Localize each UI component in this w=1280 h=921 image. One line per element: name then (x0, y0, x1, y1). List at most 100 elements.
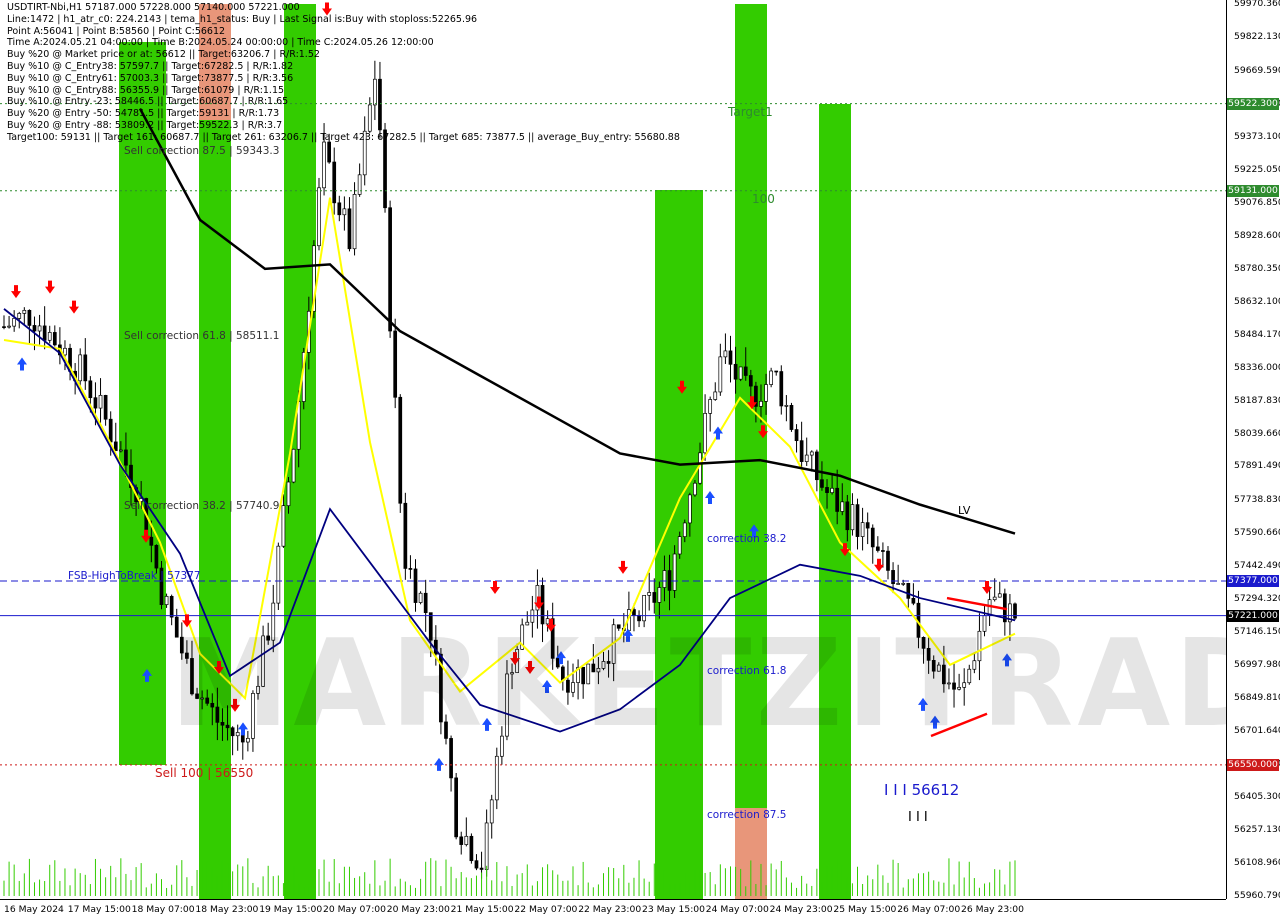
candle-body (317, 187, 321, 247)
candle-body (291, 448, 296, 483)
signal-zone (819, 104, 851, 899)
candle-body (83, 354, 88, 382)
price-tick-label: 57294.320 (1234, 593, 1280, 605)
candle-body (682, 522, 687, 537)
price-tick-label: 56701.640 (1234, 725, 1280, 737)
price-tick-label: 58780.350 (1234, 262, 1280, 274)
candle-body (322, 141, 326, 189)
candle-body (149, 536, 154, 546)
candle-body (63, 347, 67, 356)
candle-body (479, 867, 484, 870)
info-line: Target100: 59131 || Target 161: 60687.7 … (7, 131, 680, 143)
candle-body (896, 583, 901, 585)
price-tick-label: 59669.590 (1234, 64, 1280, 76)
price-tick-label: 57442.490 (1234, 560, 1280, 572)
candle-body (459, 836, 464, 845)
watermark: MARKETZITRADE (170, 615, 1280, 754)
price-tick-label: 56405.300 (1234, 791, 1280, 803)
info-line: Line:1472 | h1_atr_c0: 224.2143 | tema_h… (7, 13, 478, 25)
candle-body (27, 309, 32, 326)
info-line: Buy %20 @ Entry -88: 53809.2 || Target:5… (7, 119, 283, 131)
candle-body (901, 583, 906, 585)
candle-body (789, 405, 794, 430)
candle-body (693, 482, 697, 496)
candle-body (820, 479, 824, 488)
candle-body (652, 592, 657, 603)
price-tick-label: 59970.360 (1234, 0, 1280, 9)
candle-body (464, 835, 469, 845)
price-tick-label: 59822.130 (1234, 30, 1280, 42)
candle-body (743, 366, 748, 376)
candle-body (393, 330, 398, 398)
candle-body (677, 536, 682, 555)
candle-body (484, 822, 489, 870)
candle-body (98, 394, 103, 409)
info-line: Buy %10 @ C_Entry38: 57597.7 || Target:6… (7, 60, 294, 72)
buy-arrow-icon (434, 757, 444, 771)
sell-arrow-icon (11, 285, 21, 299)
price-tick-label: 58039.660 (1234, 427, 1280, 439)
candle-body (113, 441, 118, 452)
price-tick-label: 58336.000 (1234, 361, 1280, 373)
candle-body (357, 174, 362, 195)
candle-body (891, 570, 895, 585)
price-level-badge: 56550.000 (1227, 758, 1279, 771)
candle-body (281, 505, 286, 547)
time-scale[interactable]: 16 May 2024 17 May 15:00 18 May 07:00 18 Ma… (0, 899, 1226, 921)
candle-body (647, 592, 652, 596)
candle-body (32, 325, 37, 332)
time-tick-label: 23 May 15:00 (642, 904, 706, 915)
candle-body (93, 397, 98, 409)
price-tick-label: 57891.490 (1234, 460, 1280, 472)
candle-body (103, 394, 108, 420)
candle-body (22, 309, 27, 314)
candle-body (474, 860, 479, 869)
candle-body (718, 356, 723, 393)
correction-38-label: correction 38.2 (707, 533, 787, 545)
price-tick-label: 58484.170 (1234, 328, 1280, 340)
candle-body (413, 568, 418, 603)
info-line: Buy %10 @ Entry -23: 58446.5 || Target:6… (7, 96, 289, 108)
candle-body (992, 596, 997, 601)
correction-61-label: correction 61.8 (707, 665, 787, 677)
candle-body (825, 487, 829, 493)
candle-body (703, 412, 707, 454)
candle-body (88, 380, 93, 399)
time-tick-label: 26 May 23:00 (961, 904, 1025, 915)
candle-body (799, 440, 804, 462)
candle-body (688, 494, 692, 524)
time-tick-label: 24 May 23:00 (769, 904, 833, 915)
info-line: USDTIRT-Nbi,H1 57187.000 57228.000 57140… (7, 2, 300, 13)
candle-body (657, 587, 662, 603)
candle-body (489, 799, 494, 824)
candle-body (997, 593, 1002, 598)
candle-body (728, 350, 733, 365)
sell-arrow-icon (982, 580, 992, 594)
sell-arrow-icon (490, 580, 500, 594)
price-tick-label: 56257.130 (1234, 824, 1280, 836)
sell-arrow-icon (69, 300, 79, 314)
candle-body (804, 454, 809, 462)
price-tick-label: 59373.100 (1234, 130, 1280, 142)
fsb-label: FSB-HighToBreak | 57377 (68, 570, 201, 582)
point-c-marks: I I I (908, 810, 928, 825)
price-tick-label: 58928.600 (1234, 229, 1280, 241)
chart-window[interactable]: MARKETZITRADE USDTIRT-Nbi,H1 57187.000 5… (0, 0, 1280, 921)
candle-body (860, 522, 865, 537)
price-scale[interactable]: 59970.36059822.13059669.59059521.3505937… (1226, 0, 1280, 901)
moving-average-slow (138, 108, 1016, 535)
candle-body (42, 325, 47, 341)
candle-body (37, 325, 42, 332)
price-tick-label: 56849.810 (1234, 692, 1280, 704)
candle-body (12, 318, 17, 327)
candle-body (494, 755, 499, 801)
candle-body (794, 429, 799, 442)
candle-body (870, 527, 875, 548)
candle-body (784, 405, 789, 407)
candle-body (708, 399, 713, 414)
candle-body (733, 363, 738, 380)
candle-body (124, 449, 128, 466)
time-tick-label: 18 May 07:00 (131, 904, 195, 915)
candle-body (886, 550, 890, 571)
correction-87-label: correction 87.5 (707, 809, 787, 821)
